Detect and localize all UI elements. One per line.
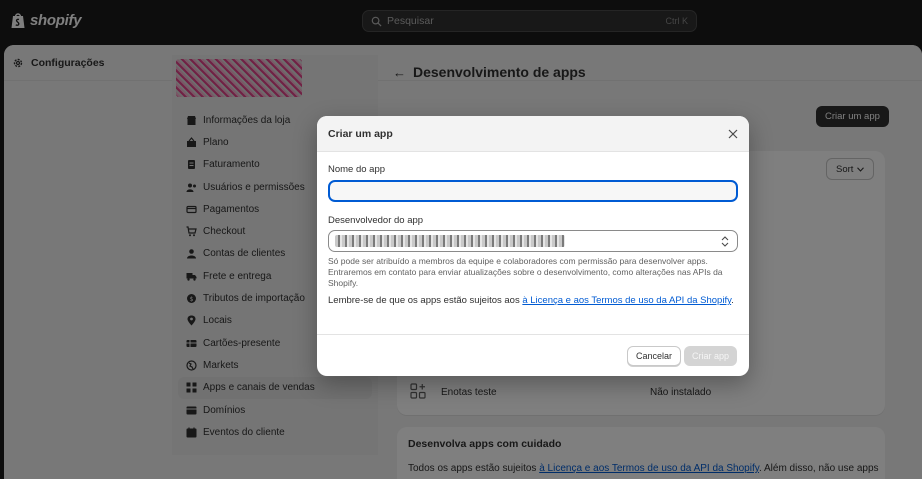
create-app-modal: Criar um app Nome do app Desenvolvedor d… xyxy=(317,116,749,376)
developer-label: Desenvolvedor do app xyxy=(328,215,424,226)
cancel-button[interactable]: Cancelar xyxy=(627,346,682,366)
license-after: . xyxy=(731,295,734,306)
modal-footer: Cancelar Criar app xyxy=(317,334,749,376)
license-before: Lembre-se de que os apps estão sujeitos … xyxy=(328,295,523,306)
developer-value-redacted xyxy=(335,235,565,247)
developer-help-text: Só pode ser atribuído a membros da equip… xyxy=(328,256,723,288)
modal-title: Criar um app xyxy=(328,127,393,140)
license-link[interactable]: à Licença e aos Termos de uso da API da … xyxy=(522,295,731,306)
modal-header: Criar um app xyxy=(317,116,749,152)
create-app-submit-button[interactable]: Criar app xyxy=(684,346,738,366)
chevron-updown-icon xyxy=(721,236,729,247)
close-icon[interactable] xyxy=(728,129,738,139)
developer-select[interactable] xyxy=(328,230,738,252)
license-notice: Lembre-se de que os apps estão sujeitos … xyxy=(328,294,738,308)
app-name-label: Nome do app xyxy=(328,164,386,175)
app-name-input[interactable] xyxy=(328,180,738,202)
